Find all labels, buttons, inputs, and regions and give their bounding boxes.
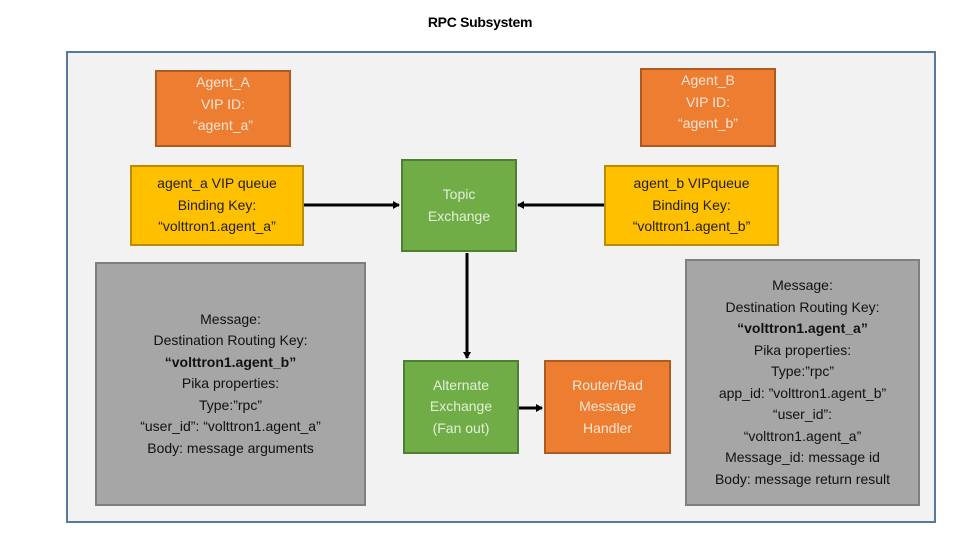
agent-b-queue-node: agent_b VIPqueue Binding Key: “volttron1… — [604, 165, 779, 246]
request-routing-key: “volttron1.agent_b” — [164, 353, 297, 370]
agent-a-queue-name: agent_a VIP queue — [157, 175, 277, 192]
router-handler-line-1: Router/Bad — [572, 376, 643, 393]
alternate-exchange-line-3: (Fan out) — [432, 419, 490, 436]
request-message-box: Message: Destination Routing Key: “voltt… — [95, 262, 366, 506]
agent-b-queue-name: agent_b VIPqueue — [633, 175, 750, 192]
router-handler-node: Router/Bad Message Handler — [544, 360, 671, 454]
alternate-exchange-node: Alternate Exchange (Fan out) — [403, 360, 519, 454]
agent-a-queue-binding-key: “volttron1.agent_a” — [158, 218, 276, 235]
request-user-id: “user_id”: “volttron1.agent_a” — [140, 418, 321, 435]
router-handler-line-2: Message — [579, 398, 636, 415]
response-message-id: Message_id: message id — [725, 449, 880, 465]
router-handler-line-3: Handler — [582, 419, 633, 436]
request-routing-key-label: Destination Routing Key: — [153, 332, 308, 349]
agent-b-queue-binding-label: Binding Key: — [652, 196, 731, 213]
topic-exchange-line-1: Topic — [442, 186, 476, 202]
agent-b-vip-label: VIP ID: — [685, 93, 731, 110]
agent-b-queue-binding-key: “volttron1.agent_b” — [632, 218, 751, 235]
alternate-exchange-line-2: Exchange — [429, 398, 493, 415]
response-app-id: app_id: ”volttron1.agent_b” — [718, 384, 887, 401]
topic-exchange-node: Topic Exchange — [401, 159, 517, 252]
response-user-id: “volttron1.agent_a” — [743, 427, 862, 444]
agent-a-vip-id: “agent_a” — [193, 117, 253, 134]
request-body: Body: message arguments — [147, 439, 314, 456]
response-message-box: Message: Destination Routing Key: “voltt… — [685, 259, 920, 506]
request-type: Type:”rpc” — [198, 396, 262, 413]
response-routing-key-label: Destination Routing Key: — [725, 298, 880, 315]
response-user-id-label: “user_id”: — [772, 406, 833, 422]
response-body: Body: message return result — [714, 470, 891, 487]
agent-a-name: Agent_A — [196, 74, 250, 91]
response-pika-label: Pika properties: — [753, 341, 852, 358]
alternate-exchange-line-1: Alternate — [432, 376, 490, 393]
agent-a-vip-label: VIP ID: — [200, 95, 246, 112]
agent-b-vip-id: “agent_b” — [678, 115, 738, 131]
agent-b-name: Agent_B — [681, 72, 735, 88]
topic-exchange-line-2: Exchange — [427, 207, 491, 224]
agent-a-node: Agent_A VIP ID: “agent_a” — [155, 70, 291, 147]
agent-a-queue-node: agent_a VIP queue Binding Key: “volttron… — [130, 165, 304, 246]
response-routing-key: “volttron1.agent_a” — [737, 320, 868, 336]
request-message-label: Message: — [200, 310, 261, 327]
response-type: Type:”rpc” — [770, 363, 834, 379]
response-message-label: Message: — [772, 277, 833, 293]
request-pika-label: Pika properties: — [181, 375, 280, 392]
agent-b-node: Agent_B VIP ID: “agent_b” — [640, 68, 776, 147]
agent-a-queue-binding-label: Binding Key: — [177, 196, 257, 213]
